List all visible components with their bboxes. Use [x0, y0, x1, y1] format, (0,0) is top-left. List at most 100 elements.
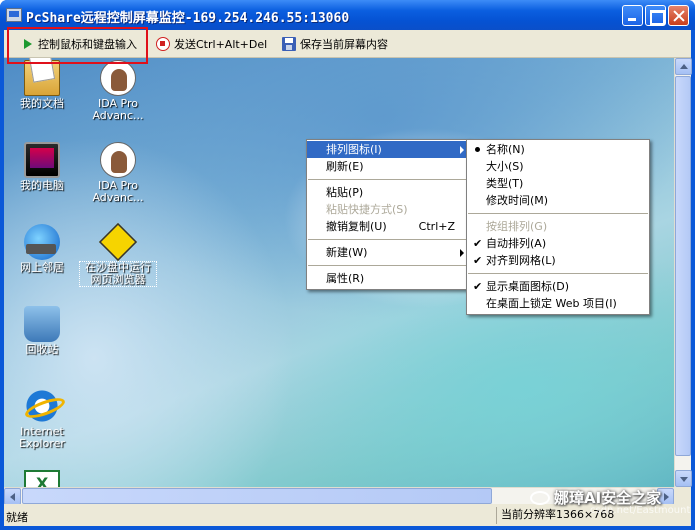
submenu-item-by-type[interactable]: 类型(T): [467, 175, 649, 192]
submenu-item-by-name[interactable]: 名称(N): [467, 141, 649, 158]
submenu-item-group-by: 按组排列(G): [467, 218, 649, 235]
submenu-item-label: 显示桌面图标(D): [486, 280, 570, 293]
menu-item-label: 粘贴快捷方式(S): [326, 203, 408, 216]
desktop-icon-ida-pro-2[interactable]: IDA Pro Advanc...: [80, 142, 156, 204]
send-ctrl-alt-del-button[interactable]: 发送Ctrl+Alt+Del: [152, 33, 271, 55]
menu-separator: [468, 213, 648, 214]
check-icon: ✔: [473, 254, 483, 267]
remote-desktop-view[interactable]: 我的文档 IDA Pro Advanc... 我的电脑 IDA Pro Adva…: [4, 58, 674, 487]
arrow-down-icon: [680, 477, 688, 482]
menu-item-label: 撤销复制(U): [326, 220, 387, 233]
submenu-arrow-icon: [460, 249, 464, 257]
highlight-annotation-box: [7, 27, 148, 64]
vertical-scrollbar[interactable]: [674, 58, 692, 487]
submenu-item-label: 修改时间(M): [486, 194, 549, 207]
desktop-icon-label: 网上邻居: [20, 261, 64, 274]
maximize-button[interactable]: [645, 5, 666, 26]
stop-icon: [156, 37, 170, 51]
recycle-bin-icon: [24, 306, 60, 342]
submenu-item-show-desktop-icons[interactable]: ✔ 显示桌面图标(D): [467, 278, 649, 295]
menu-item-paste-shortcut: 粘贴快捷方式(S): [307, 201, 469, 218]
menu-item-arrange-icons[interactable]: 排列图标(I): [307, 141, 469, 158]
ida-pro-icon: [100, 142, 136, 178]
save-screen-button[interactable]: 保存当前屏幕内容: [278, 33, 392, 55]
wechat-icon: [530, 491, 550, 505]
desktop-icon-recycle-bin[interactable]: 回收站: [4, 306, 80, 356]
my-computer-icon: [24, 142, 60, 178]
app-window: PcShare远程控制屏幕监控-169.254.246.55:13060 控制鼠…: [0, 0, 695, 530]
submenu-item-label: 类型(T): [486, 177, 524, 190]
menu-separator: [468, 273, 648, 274]
check-icon: ✔: [473, 237, 483, 250]
desktop-icon-ida-pro-1[interactable]: IDA Pro Advanc...: [80, 60, 156, 122]
menu-item-properties[interactable]: 属性(R): [307, 270, 469, 287]
desktop-icon-network-places[interactable]: 网上邻居: [4, 224, 80, 274]
menu-item-paste[interactable]: 粘贴(P): [307, 184, 469, 201]
menu-separator: [308, 239, 468, 240]
horizontal-scroll-thumb[interactable]: [22, 488, 492, 504]
watermark-sub: csdn.net/Eastmount: [590, 505, 691, 516]
submenu-item-label: 对齐到网格(L): [486, 254, 556, 267]
menu-item-new[interactable]: 新建(W): [307, 244, 469, 261]
minimize-button[interactable]: [622, 5, 643, 26]
menu-item-label: 粘贴(P): [326, 186, 364, 199]
submenu-item-label: 名称(N): [486, 143, 525, 156]
desktop-icon-label: 我的电脑: [20, 179, 64, 192]
scroll-down-button[interactable]: [675, 470, 692, 487]
internet-explorer-icon: [24, 388, 60, 424]
submenu-arrow-icon: [460, 146, 464, 154]
desktop-icon-label: Internet Explorer: [19, 425, 65, 450]
network-places-icon: [24, 224, 60, 260]
title-bar[interactable]: PcShare远程控制屏幕监控-169.254.246.55:13060: [0, 0, 695, 30]
menu-item-label: 属性(R): [326, 272, 365, 285]
submenu-item-auto-arrange[interactable]: ✔ 自动排列(A): [467, 235, 649, 252]
desktop-icon-label: 回收站: [25, 343, 59, 356]
menu-separator: [308, 179, 468, 180]
radio-dot-icon: [475, 147, 480, 152]
submenu-item-align-to-grid[interactable]: ✔ 对齐到网格(L): [467, 252, 649, 269]
arrow-up-icon: [680, 64, 688, 69]
submenu-item-by-modified[interactable]: 修改时间(M): [467, 192, 649, 209]
submenu-item-label: 按组排列(G): [486, 220, 548, 233]
desktop-icon-internet-explorer[interactable]: Internet Explorer: [4, 388, 80, 450]
submenu-item-label: 大小(S): [486, 160, 524, 173]
desktop-icon-my-documents[interactable]: 我的文档: [4, 60, 80, 110]
submenu-item-label: 在桌面上锁定 Web 项目(I): [486, 297, 617, 310]
arrow-right-icon: [664, 493, 669, 501]
arrange-icons-submenu: 名称(N) 大小(S) 类型(T) 修改时间(M) 按组排列(G) ✔ 自动排列…: [466, 139, 650, 315]
check-icon: ✔: [473, 280, 483, 293]
desktop-icon-label: 在沙盘中运行网页浏览器: [79, 261, 157, 287]
excel-icon: [24, 470, 60, 487]
scrollbar-corner: [674, 487, 691, 504]
close-button[interactable]: [668, 5, 689, 26]
menu-separator: [308, 265, 468, 266]
my-documents-icon: [24, 60, 60, 96]
desktop-icon-label: IDA Pro Advanc...: [92, 179, 144, 204]
menu-item-undo-copy[interactable]: 撤销复制(U) Ctrl+Z: [307, 218, 469, 235]
menu-item-refresh[interactable]: 刷新(E): [307, 158, 469, 175]
arrow-left-icon: [10, 493, 15, 501]
submenu-item-by-size[interactable]: 大小(S): [467, 158, 649, 175]
app-icon: [6, 8, 22, 22]
desktop-icon-sandbox-browser[interactable]: 在沙盘中运行网页浏览器: [79, 222, 157, 287]
desktop-icon-my-computer[interactable]: 我的电脑: [4, 142, 80, 192]
scroll-left-button[interactable]: [4, 488, 21, 505]
menu-item-accelerator: Ctrl+Z: [418, 220, 455, 233]
submenu-item-label: 自动排列(A): [486, 237, 547, 250]
desktop-icon-excel[interactable]: [4, 470, 80, 487]
sandbox-icon: [98, 222, 138, 262]
menu-item-label: 新建(W): [326, 246, 368, 259]
desktop-icon-label: IDA Pro Advanc...: [92, 97, 144, 122]
vertical-scroll-thumb[interactable]: [675, 76, 691, 456]
save-icon: [282, 37, 296, 51]
submenu-item-lock-web-items[interactable]: 在桌面上锁定 Web 项目(I): [467, 295, 649, 312]
status-text: 就绪: [6, 511, 28, 524]
scroll-up-button[interactable]: [675, 58, 692, 75]
ida-pro-icon: [100, 60, 136, 96]
desktop-icon-label: 我的文档: [20, 97, 64, 110]
window-title: PcShare远程控制屏幕监控-169.254.246.55:13060: [26, 11, 350, 26]
menu-item-label: 排列图标(I): [326, 143, 382, 156]
send-cad-label: 发送Ctrl+Alt+Del: [174, 38, 268, 51]
save-screen-label: 保存当前屏幕内容: [300, 38, 388, 51]
context-menu: 排列图标(I) 刷新(E) 粘贴(P) 粘贴快捷方式(S) 撤销复制(U) Ct…: [306, 139, 470, 290]
